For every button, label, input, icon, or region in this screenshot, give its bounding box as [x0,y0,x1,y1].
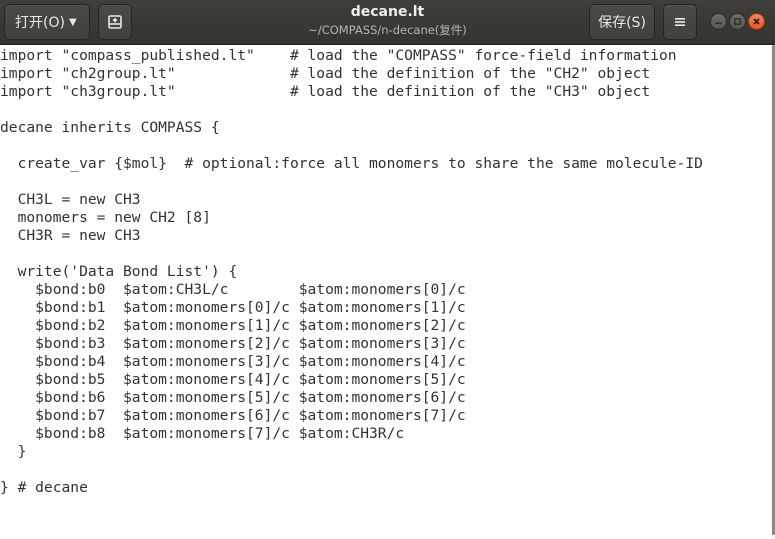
code-line: CH3R = new CH3 [0,227,141,244]
chevron-down-icon: ▼ [68,16,77,28]
text-editor-area[interactable]: import "compass_published.lt" # load the… [0,45,771,539]
code-line: } [0,443,27,460]
vertical-scrollbar[interactable] [771,45,775,539]
code-line: $bond:b4 $atom:monomers[3]/c $atom:monom… [0,353,466,370]
open-button[interactable]: 打开(O) ▼ [4,4,90,40]
title-block: decane.lt ~/COMPASS/n-decane(复件) [250,3,525,38]
code-line: write('Data Bond List') { [0,263,238,280]
maximize-icon[interactable] [729,13,746,30]
code-line: $bond:b3 $atom:monomers[2]/c $atom:monom… [0,335,466,352]
save-button[interactable]: 保存(S) [589,4,655,40]
close-icon[interactable] [748,13,765,30]
new-document-icon [108,15,122,29]
code-line: $bond:b6 $atom:monomers[5]/c $atom:monom… [0,389,466,406]
code-line: $bond:b7 $atom:monomers[6]/c $atom:monom… [0,407,466,424]
window-title: decane.lt [350,4,425,20]
menu-button[interactable] [663,4,697,40]
minimize-icon[interactable] [710,13,727,30]
window-subtitle: ~/COMPASS/n-decane(复件) [308,23,467,37]
code-line: decane inherits COMPASS { [0,119,220,136]
code-line: create_var {$mol} # optional:force all m… [0,155,703,172]
code-line: import "ch2group.lt" # load the definiti… [0,65,651,82]
open-button-label: 打开(O) [15,15,65,31]
new-tab-button[interactable] [98,4,132,40]
code-line: import "compass_published.lt" # load the… [0,47,677,64]
code-line: CH3L = new CH3 [0,191,141,208]
code-line: $bond:b5 $atom:monomers[4]/c $atom:monom… [0,371,466,388]
window-controls [710,13,765,30]
code-line: $bond:b2 $atom:monomers[1]/c $atom:monom… [0,317,466,334]
hamburger-menu-icon [675,18,685,26]
code-line: import "ch3group.lt" # load the definiti… [0,83,651,100]
code-line: } # decane [0,479,88,496]
code-line: $bond:b0 $atom:CH3L/c $atom:monomers[0]/… [0,281,466,298]
code-line: $bond:b8 $atom:monomers[7]/c $atom:CH3R/… [0,425,405,442]
code-line: $bond:b1 $atom:monomers[0]/c $atom:monom… [0,299,466,316]
header-bar: 打开(O) ▼ decane.lt ~/COMPASS/n-decane(复件)… [0,0,775,45]
code-line: monomers = new CH2 [8] [0,209,211,226]
gedit-window: 打开(O) ▼ decane.lt ~/COMPASS/n-decane(复件)… [0,0,775,539]
code-content[interactable]: import "compass_published.lt" # load the… [0,45,771,497]
